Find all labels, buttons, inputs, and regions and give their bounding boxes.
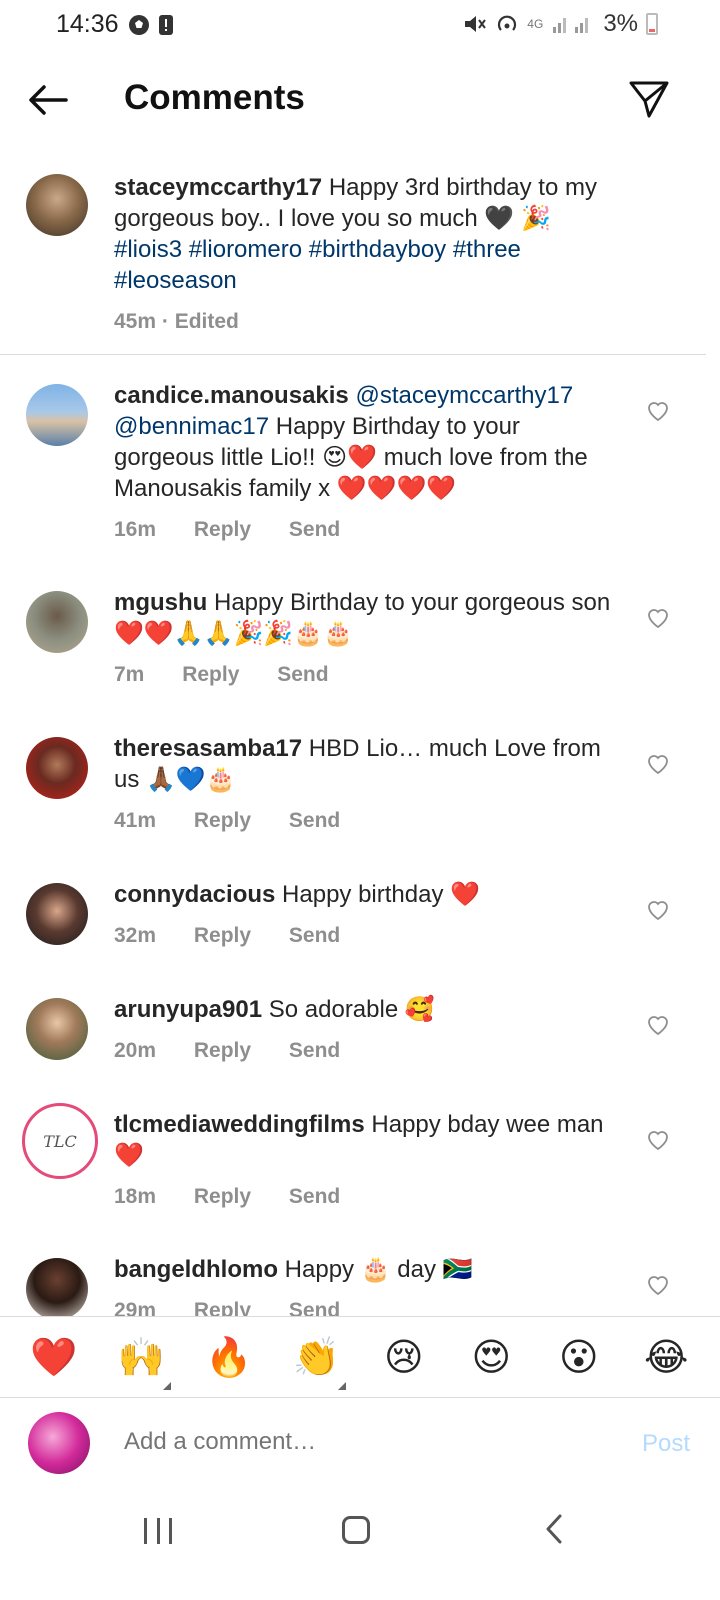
reply-button[interactable]: Reply	[182, 663, 239, 686]
reply-button[interactable]: Reply	[194, 1185, 251, 1208]
comment-item: bangeldhlomo Happy 🎂 day 🇿🇦 29m Reply Se…	[0, 1254, 720, 1316]
avatar[interactable]	[26, 883, 88, 945]
reply-button[interactable]: Reply	[194, 518, 251, 541]
comment-username[interactable]: tlcmediaweddingfilms	[114, 1111, 365, 1138]
reaction-laughing[interactable]: 😂	[636, 1338, 696, 1376]
reaction-surprised[interactable]: 😮	[549, 1338, 609, 1376]
comment-username[interactable]: mgushu	[114, 589, 207, 616]
status-time: 14:36	[56, 10, 119, 38]
nav-back-icon[interactable]	[540, 1512, 570, 1546]
send-button[interactable]: Send	[277, 663, 328, 686]
reply-button[interactable]: Reply	[194, 1299, 251, 1316]
battery-percent: 3%	[603, 10, 638, 37]
my-avatar[interactable]	[28, 1412, 90, 1474]
alert-icon	[159, 15, 173, 35]
comment-time: 32m	[114, 924, 157, 947]
reply-button[interactable]: Reply	[194, 924, 251, 947]
avatar[interactable]	[26, 998, 88, 1060]
comment-time: 29m	[114, 1299, 157, 1316]
comment-username[interactable]: theresasamba17	[114, 735, 302, 762]
caption-hashtags[interactable]: #liois3 #lioromero #birthdayboy #three #…	[114, 236, 521, 294]
comment-time: 16m	[114, 518, 157, 541]
like-heart-icon[interactable]	[646, 1129, 670, 1151]
send-button[interactable]: Send	[289, 809, 340, 832]
recent-apps-icon[interactable]	[144, 1518, 172, 1544]
comment-username[interactable]: bangeldhlomo	[114, 1256, 278, 1283]
home-icon[interactable]	[342, 1516, 370, 1544]
status-bar: 14:36 4G 3%	[0, 0, 720, 52]
reaction-fire[interactable]: 🔥	[199, 1338, 259, 1376]
like-heart-icon[interactable]	[646, 607, 670, 629]
comment-time: 20m	[114, 1039, 157, 1062]
comment-username[interactable]: arunyupa901	[114, 996, 262, 1023]
like-heart-icon[interactable]	[646, 1014, 670, 1036]
comment-time: 18m	[114, 1185, 157, 1208]
battery-icon	[646, 13, 658, 35]
send-button[interactable]: Send	[289, 1039, 340, 1062]
avatar[interactable]: TLC	[22, 1103, 98, 1179]
comment-text: So adorable 🥰	[262, 996, 435, 1023]
signal-icon	[553, 18, 589, 33]
divider	[0, 354, 706, 355]
like-heart-icon[interactable]	[646, 1274, 670, 1296]
reaction-clap[interactable]: 👏	[286, 1338, 347, 1390]
comment-time: 7m	[114, 663, 145, 686]
avatar[interactable]	[26, 737, 88, 799]
comment-text: Happy birthday ❤️	[275, 881, 481, 908]
reaction-crying[interactable]: 😢	[374, 1338, 434, 1376]
avatar[interactable]	[26, 384, 88, 446]
comment-text: Happy 🎂 day 🇿🇦	[278, 1256, 473, 1283]
send-button[interactable]: Send	[289, 1299, 340, 1316]
caption-time: 45m	[114, 310, 157, 333]
avatar[interactable]	[26, 1258, 88, 1316]
send-button[interactable]: Send	[289, 1185, 340, 1208]
avatar[interactable]	[26, 174, 88, 236]
caption-edited: Edited	[174, 310, 239, 333]
mute-icon	[465, 16, 487, 32]
like-heart-icon[interactable]	[646, 753, 670, 775]
comment-time: 41m	[114, 809, 157, 832]
comment-username[interactable]: candice.manousakis	[114, 382, 349, 409]
quick-reaction-bar: ❤️ 🙌 🔥 👏 😢 😍 😮 😂	[0, 1316, 720, 1398]
post-button[interactable]: Post	[642, 1430, 690, 1458]
reply-button[interactable]: Reply	[194, 809, 251, 832]
reaction-raised-hands[interactable]: 🙌	[111, 1338, 172, 1390]
header: Comments	[0, 62, 720, 138]
like-heart-icon[interactable]	[646, 400, 670, 422]
avatar[interactable]	[26, 591, 88, 653]
reply-button[interactable]: Reply	[194, 1039, 251, 1062]
like-heart-icon[interactable]	[646, 899, 670, 921]
system-nav-bar	[0, 1490, 720, 1600]
page-title: Comments	[124, 78, 305, 117]
back-arrow-icon[interactable]	[26, 78, 70, 122]
reaction-heart-eyes[interactable]: 😍	[461, 1338, 521, 1376]
comment-username[interactable]: connydacious	[114, 881, 275, 908]
comment-input[interactable]	[124, 1428, 564, 1456]
reaction-heart[interactable]: ❤️	[24, 1338, 84, 1376]
caption-username[interactable]: staceymccarthy17	[114, 174, 322, 201]
send-button[interactable]: Send	[289, 518, 340, 541]
network-type: 4G	[527, 17, 544, 31]
share-send-icon[interactable]	[628, 78, 670, 120]
soccer-ball-icon	[129, 15, 149, 35]
tlc-logo: TLC	[43, 1131, 77, 1151]
send-button[interactable]: Send	[289, 924, 340, 947]
comment-composer: Post	[0, 1400, 720, 1490]
hotspot-icon	[498, 15, 517, 31]
